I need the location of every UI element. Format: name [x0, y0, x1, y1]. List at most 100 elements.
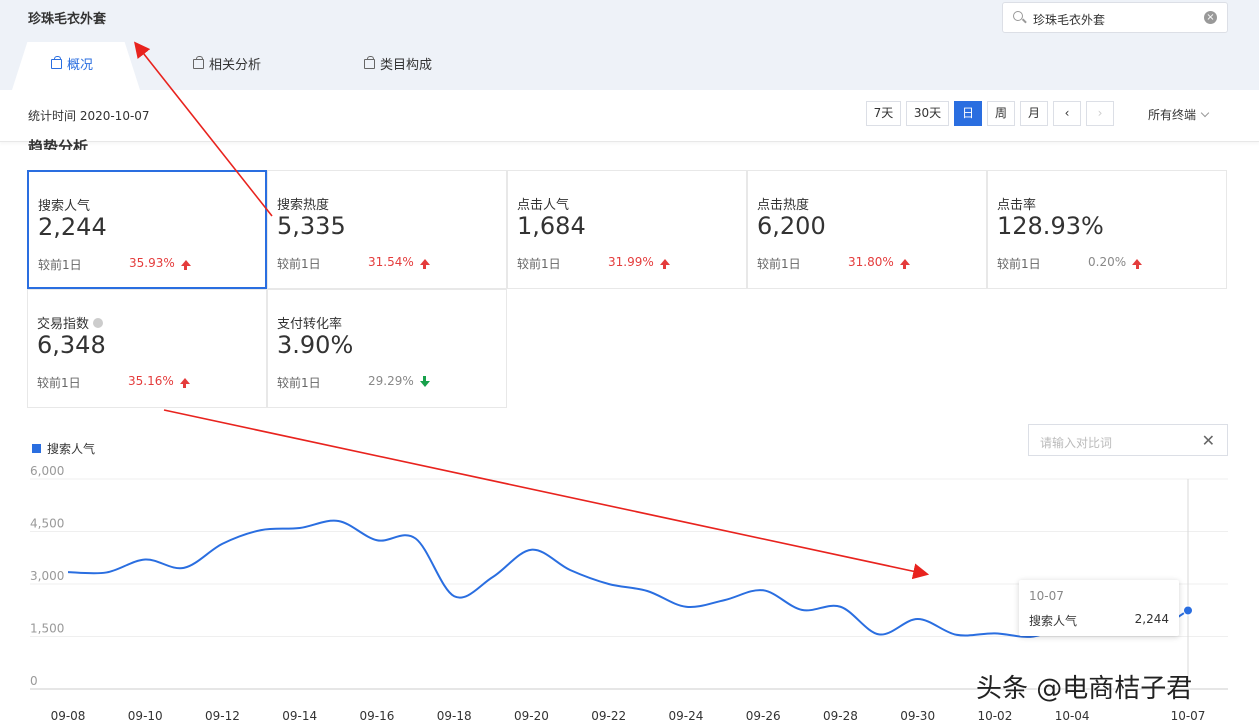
metric-value: 6,348 — [37, 331, 106, 359]
y-tick-label: 1,500 — [30, 622, 64, 636]
metric-compare-label: 较前1日 — [997, 257, 1041, 271]
metric-label: 搜索人气 — [38, 199, 91, 214]
metric-change: 0.20% — [1088, 255, 1143, 269]
tab-overview-label: 概况 — [67, 58, 94, 73]
x-tick-label: 09-30 — [900, 709, 935, 723]
search-icon — [1013, 11, 1023, 21]
terminal-select[interactable]: 所有终端 — [1148, 106, 1210, 123]
tab-related-analysis[interactable]: 相关分析 — [193, 54, 261, 73]
range-7d-button[interactable]: 7天 — [866, 101, 901, 126]
metric-compare-label: 较前1日 — [38, 258, 82, 272]
bag-icon — [364, 55, 375, 69]
metric-compare-label: 较前1日 — [517, 257, 561, 271]
x-tick-label: 09-26 — [746, 709, 781, 723]
x-tick-label: 09-20 — [514, 709, 549, 723]
close-icon[interactable]: ✕ — [1202, 431, 1215, 450]
arrow-up-icon — [1132, 259, 1143, 269]
x-tick-label: 09-08 — [51, 709, 86, 723]
x-tick-label: 09-12 — [205, 709, 240, 723]
metric-card-search-popularity[interactable]: 搜索人气 2,244 较前1日 35.93% — [27, 170, 267, 289]
y-tick-label: 0 — [30, 674, 38, 688]
metric-card-click-rate[interactable]: 点击率 128.93% 较前1日 0.20% — [987, 170, 1227, 289]
tooltip-date: 10-07 — [1029, 589, 1064, 603]
metric-compare-label: 较前1日 — [757, 257, 801, 271]
metric-card-transaction-index[interactable]: 交易指数 6,348 较前1日 35.16% — [27, 289, 267, 408]
tab-category-composition[interactable]: 类目构成 — [364, 54, 432, 73]
search-input[interactable]: 珍珠毛衣外套 × — [1002, 2, 1228, 33]
chart-tooltip: 10-07 搜索人气 2,244 — [1019, 580, 1179, 636]
range-day-button[interactable]: 日 — [954, 101, 982, 126]
tab-category-composition-label: 类目构成 — [380, 58, 433, 73]
range-30d-button[interactable]: 30天 — [906, 101, 949, 126]
metric-compare-label: 较前1日 — [277, 376, 321, 390]
x-tick-label: 10-02 — [977, 709, 1012, 723]
legend-swatch — [32, 444, 41, 453]
metric-card-search-heat[interactable]: 搜索热度 5,335 较前1日 31.54% — [267, 170, 507, 289]
metric-label: 点击热度 — [757, 198, 810, 213]
search-value: 珍珠毛衣外套 — [1033, 13, 1106, 27]
metric-compare-label: 较前1日 — [37, 376, 81, 390]
metric-label: 搜索热度 — [277, 198, 330, 213]
range-month-button[interactable]: 月 — [1020, 101, 1048, 126]
bag-icon — [193, 55, 204, 69]
metric-change: 35.16% — [128, 374, 190, 388]
next-date-button[interactable]: › — [1086, 101, 1114, 126]
metric-label: 交易指数 — [37, 313, 104, 332]
watermark: 头条 @电商桔子君 — [976, 674, 1193, 704]
metric-value: 128.93% — [997, 212, 1104, 240]
metric-value: 6,200 — [757, 212, 826, 240]
range-week-button[interactable]: 周 — [987, 101, 1015, 126]
y-tick-label: 3,000 — [30, 569, 64, 583]
x-tick-label: 09-10 — [128, 709, 163, 723]
data-point[interactable] — [1183, 605, 1193, 616]
tab-overview[interactable]: 概况 — [51, 54, 93, 73]
stat-bar: 统计时间 2020-10-07 7天 30天 日 周 月 ‹ › 所有终端 — [0, 90, 1259, 142]
metric-label: 支付转化率 — [277, 317, 343, 332]
metric-card-click-heat[interactable]: 点击热度 6,200 较前1日 31.80% — [747, 170, 987, 289]
metric-change: 31.80% — [848, 255, 910, 269]
compare-keyword-input[interactable]: 请输入对比词 ✕ — [1028, 424, 1228, 456]
metric-value: 1,684 — [517, 212, 586, 240]
arrow-up-icon — [179, 378, 190, 388]
x-tick-label: 09-24 — [668, 709, 703, 723]
x-tick-label: 09-28 — [823, 709, 858, 723]
tab-related-analysis-label: 相关分析 — [209, 58, 262, 73]
x-tick-label: 10-04 — [1055, 709, 1090, 723]
metric-value: 2,244 — [38, 213, 107, 241]
stat-time: 统计时间 2020-10-07 — [28, 109, 150, 123]
clear-icon[interactable]: × — [1204, 11, 1217, 24]
x-tick-label: 09-16 — [360, 709, 395, 723]
tooltip-value: 2,244 — [1134, 612, 1169, 626]
keyword-title: 珍珠毛衣外套 — [28, 12, 107, 27]
y-tick-label: 6,000 — [30, 464, 64, 478]
metric-value: 3.90% — [277, 331, 354, 359]
arrow-up-icon — [180, 260, 191, 270]
metric-label: 点击人气 — [517, 198, 570, 213]
arrow-up-icon — [899, 259, 910, 269]
metric-change: 29.29% — [368, 374, 430, 388]
metric-label: 点击率 — [997, 198, 1037, 213]
metric-value: 5,335 — [277, 212, 346, 240]
metric-card-click-popularity[interactable]: 点击人气 1,684 较前1日 31.99% — [507, 170, 747, 289]
info-icon[interactable] — [93, 317, 104, 328]
x-tick-label: 10-07 — [1171, 709, 1206, 723]
x-tick-label: 09-18 — [437, 709, 472, 723]
metric-change: 35.93% — [129, 256, 191, 270]
prev-date-button[interactable]: ‹ — [1053, 101, 1081, 126]
x-tick-label: 09-14 — [282, 709, 317, 723]
arrow-up-icon — [419, 259, 430, 269]
metric-card-payment-conversion[interactable]: 支付转化率 3.90% 较前1日 29.29% — [267, 289, 507, 408]
compare-placeholder: 请输入对比词 — [1040, 436, 1113, 450]
terminal-select-label: 所有终端 — [1148, 108, 1197, 122]
x-tick-label: 09-22 — [591, 709, 626, 723]
section-title: 趋势分析 — [28, 138, 89, 150]
tooltip-series-name: 搜索人气 — [1029, 614, 1078, 628]
metric-compare-label: 较前1日 — [277, 257, 321, 271]
chevron-down-icon — [1200, 108, 1210, 118]
arrow-down-icon — [419, 376, 430, 387]
top-bar: 珍珠毛衣外套 珍珠毛衣外套 × 概况 相关分析 类目构成 — [0, 0, 1259, 90]
arrow-up-icon — [659, 259, 670, 269]
metric-change: 31.54% — [368, 255, 430, 269]
y-tick-label: 4,500 — [30, 517, 64, 531]
bag-icon — [51, 55, 62, 69]
